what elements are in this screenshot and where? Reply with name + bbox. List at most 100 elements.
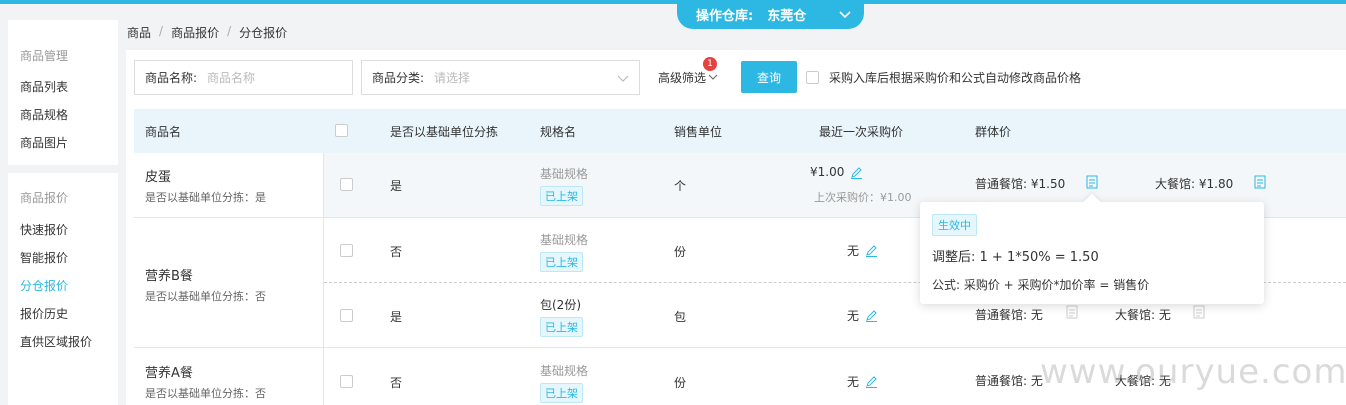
- breadcrumb-item[interactable]: 商品报价: [171, 24, 219, 41]
- header-product-name: 商品名: [145, 125, 182, 139]
- product-name-input[interactable]: 商品名称: 商品名称: [134, 60, 353, 95]
- select-all-checkbox[interactable]: [335, 124, 348, 137]
- sidebar-item-direct-region-quote[interactable]: 直供区域报价: [20, 333, 92, 350]
- header-base-unit-sort: 是否以基础单位分拣: [390, 125, 499, 139]
- edit-pencil-icon[interactable]: [865, 244, 878, 257]
- warehouse-value: 东莞仓: [767, 9, 807, 24]
- query-button[interactable]: 查询: [741, 61, 797, 93]
- sales-unit: 份: [674, 376, 687, 390]
- header-spec-name: 规格名: [540, 125, 577, 139]
- purchase-price: 无: [847, 242, 878, 259]
- sidebar-item-quick-quote[interactable]: 快速报价: [20, 221, 68, 238]
- sidebar-item-product-images[interactable]: 商品图片: [20, 134, 68, 151]
- purchase-price-value: ¥1.00: [810, 165, 845, 179]
- chevron-down-icon: [708, 74, 718, 80]
- warehouse-selector[interactable]: 操作仓库: 东莞仓: [677, 0, 864, 29]
- document-icon[interactable]: [1254, 175, 1266, 189]
- row-checkbox[interactable]: [340, 244, 353, 257]
- breadcrumb-item: 分仓报价: [239, 26, 288, 40]
- status-badge: 已上架: [540, 383, 583, 403]
- sidebar-item-product-spec[interactable]: 商品规格: [20, 106, 68, 123]
- auto-update-checkbox[interactable]: [806, 71, 819, 84]
- header-group-price: 群体价: [975, 125, 1012, 139]
- base-sort-value: 否: [390, 245, 403, 259]
- auto-update-option[interactable]: 采购入库后根据采购价和公式自动修改商品价格: [806, 69, 1081, 86]
- document-icon[interactable]: [1086, 175, 1098, 189]
- spec-name: 包(2份): [540, 298, 581, 312]
- group-price-regular: 普通餐馆: ¥1.50: [975, 177, 1066, 191]
- purchase-price-value: 无: [847, 375, 860, 389]
- breadcrumb-separator: /: [159, 24, 164, 38]
- product-sort-info: 是否以基础单位分拣：是: [145, 191, 266, 204]
- group-price-regular: 普通餐馆: 无: [975, 308, 1043, 322]
- last-purchase-price: 上次采购价：¥1.00: [814, 191, 912, 204]
- breadcrumb: 商品 / 商品报价 / 分仓报价: [127, 24, 287, 41]
- sidebar-item-smart-quote[interactable]: 智能报价: [20, 249, 68, 266]
- sales-unit: 份: [674, 245, 687, 259]
- purchase-price-value: 无: [847, 244, 860, 258]
- row-divider: [134, 347, 1346, 348]
- product-name: 营养A餐: [145, 366, 193, 381]
- edit-pencil-icon[interactable]: [865, 309, 878, 322]
- adjusted-formula: 调整后: 1 + 1*50% = 1.50: [932, 250, 1099, 265]
- advanced-filter-toggle[interactable]: 高级筛选 1: [658, 57, 718, 86]
- sales-unit: 包: [674, 310, 687, 324]
- sidebar-group-product-quote: 商品报价: [20, 191, 69, 205]
- product-name-label: 商品名称:: [145, 71, 198, 85]
- header-sales-unit: 销售单位: [674, 125, 723, 139]
- row-checkbox[interactable]: [340, 309, 353, 322]
- product-sort-info: 是否以基础单位分拣：否: [145, 387, 266, 400]
- status-badge: 已上架: [540, 317, 583, 337]
- purchase-price: 无: [847, 307, 878, 324]
- warehouse-label: 操作仓库:: [696, 9, 754, 24]
- sidebar-divider: [8, 165, 118, 173]
- sidebar-item-warehouse-quote[interactable]: 分仓报价: [20, 277, 68, 294]
- row-checkbox[interactable]: [340, 178, 353, 191]
- status-badge: 生效中: [932, 214, 977, 236]
- status-badge: 已上架: [540, 252, 583, 272]
- breadcrumb-item[interactable]: 商品: [127, 24, 151, 41]
- purchase-price: 无: [847, 373, 878, 390]
- header-last-purchase-price: 最近一次采购价: [819, 125, 904, 139]
- category-label: 商品分类:: [372, 71, 425, 85]
- purchase-price: ¥1.00: [810, 165, 863, 179]
- price-formula: 公式: 采购价 + 采购价*加价率 = 销售价: [932, 278, 1150, 292]
- sidebar-group-product-management: 商品管理: [20, 49, 69, 63]
- product-sort-info: 是否以基础单位分拣：否: [145, 290, 266, 303]
- table-header: 商品名 是否以基础单位分拣 规格名 销售单位 最近一次采购价 群体价: [134, 109, 1346, 153]
- auto-update-label: 采购入库后根据采购价和公式自动修改商品价格: [829, 71, 1082, 85]
- top-accent-bar: [0, 0, 1346, 4]
- sidebar-item-quote-history[interactable]: 报价历史: [20, 305, 68, 322]
- spec-name: 基础规格: [540, 233, 589, 247]
- group-price-regular: 普通餐馆: 无: [975, 374, 1043, 388]
- spec-name: 基础规格: [540, 364, 589, 378]
- sidebar-item-product-list[interactable]: 商品列表: [20, 78, 68, 95]
- watermark: www.ouryue.com: [1040, 352, 1346, 392]
- group-price-large: 大餐馆: 无: [1115, 308, 1171, 322]
- status-badge: 已上架: [540, 186, 583, 206]
- group-price-large: 大餐馆: ¥1.80: [1155, 177, 1234, 191]
- base-sort-value: 是: [390, 310, 403, 324]
- product-name: 营养B餐: [145, 269, 193, 284]
- formula-tooltip: 生效中 调整后: 1 + 1*50% = 1.50 公式: 采购价 + 采购价*…: [920, 193, 1264, 304]
- purchase-price-value: 无: [847, 309, 860, 323]
- document-icon[interactable]: [1066, 305, 1078, 319]
- sidebar: 商品管理 商品列表 商品规格 商品图片 商品报价 快速报价 智能报价 分仓报价 …: [8, 20, 118, 405]
- category-placeholder: 请选择: [434, 71, 471, 85]
- breadcrumb-separator: /: [227, 24, 232, 38]
- edit-pencil-icon[interactable]: [865, 375, 878, 388]
- base-sort-value: 否: [390, 376, 403, 390]
- row-checkbox[interactable]: [340, 375, 353, 388]
- filter-count-badge: 1: [703, 57, 717, 71]
- document-icon[interactable]: [1193, 305, 1205, 319]
- sales-unit: 个: [674, 179, 687, 193]
- base-sort-value: 是: [390, 179, 403, 193]
- category-select[interactable]: 商品分类: 请选择: [361, 60, 640, 95]
- spec-name: 基础规格: [540, 167, 589, 181]
- chevron-down-icon: [839, 11, 851, 19]
- product-name-placeholder: 商品名称: [207, 71, 256, 85]
- edit-pencil-icon[interactable]: [850, 166, 863, 179]
- chevron-down-icon: [617, 75, 629, 82]
- product-name: 皮蛋: [145, 170, 172, 185]
- advanced-filter-label: 高级筛选: [658, 71, 707, 85]
